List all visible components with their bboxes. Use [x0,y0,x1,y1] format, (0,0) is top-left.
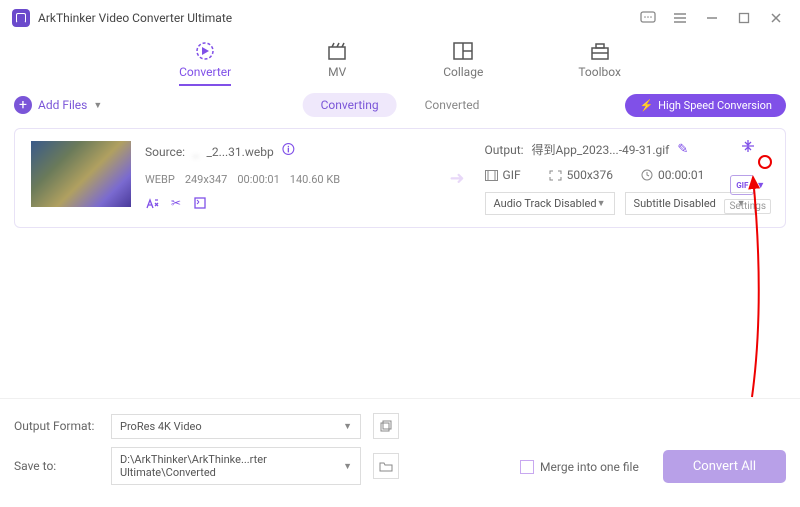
source-filename: _2...31.webp [207,145,274,159]
high-speed-button[interactable]: ⚡ High Speed Conversion [625,94,786,117]
collage-icon [452,40,474,62]
clock-icon [641,169,653,181]
tab-mv[interactable]: MV [326,40,348,86]
high-speed-label: High Speed Conversion [658,99,772,112]
tab-converter-label: Converter [179,65,231,79]
compress-icon[interactable] [740,139,756,153]
format-dropdown-icon[interactable]: ▼ [756,180,765,191]
save-to-label: Save to: [14,459,99,473]
source-size: 140.60 KB [290,173,340,186]
menu-icon[interactable] [668,6,692,30]
info-icon[interactable]: 🛈 [282,141,295,163]
chevron-down-icon: ▼ [343,461,352,472]
checkbox-icon [520,460,534,474]
rename-icon[interactable]: ✎ [677,142,688,157]
segment-converted[interactable]: Converted [407,93,498,117]
arrow-icon: ➜ [449,168,464,189]
toolbox-icon [589,40,611,62]
merge-label: Merge into one file [540,460,639,474]
app-title: ArkThinker Video Converter Ultimate [38,11,232,25]
source-format: WEBP [145,173,175,186]
chevron-down-icon: ▼ [597,198,606,209]
subtitle-value: Subtitle Disabled [634,197,716,210]
close-button[interactable] [764,6,788,30]
feedback-icon[interactable] [636,6,660,30]
output-label: Output: [485,143,524,157]
audio-track-value: Audio Track Disabled [494,197,597,210]
source-meta: WEBP 249x347 00:00:01 140.60 KB [145,173,429,186]
tab-toolbox[interactable]: Toolbox [578,40,621,86]
resolution-icon [549,170,562,181]
segment-converting[interactable]: Converting [303,93,397,117]
output-format-label: Output Format: [14,419,99,433]
cut-icon[interactable]: ✂ [171,196,181,210]
output-format-select[interactable]: ProRes 4K Video ▼ [111,414,361,439]
settings-label[interactable]: Settings [724,199,771,214]
main-tabs: Converter MV Collage Toolbox [0,36,800,88]
tab-converter[interactable]: Converter [179,40,231,86]
tab-collage-label: Collage [443,65,483,79]
app-logo [12,9,30,27]
add-files-label: Add Files [38,98,87,112]
source-label: Source: [145,145,185,159]
enhance-icon[interactable] [193,196,207,210]
toolbar: + Add Files ▼ Converting Converted ⚡ Hig… [0,88,800,122]
open-folder-button[interactable] [373,453,399,479]
titlebar: ArkThinker Video Converter Ultimate [0,0,800,36]
save-to-value: D:\ArkThinker\ArkThinke...rter Ultimate\… [120,453,343,479]
thumbnail[interactable] [31,141,131,207]
source-duration: 00:00:01 [237,173,279,186]
add-files-button[interactable]: + Add Files ▼ [14,96,102,114]
film-icon [485,170,498,181]
footer: Output Format: ProRes 4K Video ▼ Save to:… [0,398,800,507]
output-dimensions: 500x376 [567,168,613,182]
output-format-value: ProRes 4K Video [120,420,202,433]
file-card: Source: _ _2...31.webp 🛈 WEBP 249x347 00… [14,128,786,228]
save-to-select[interactable]: D:\ArkThinker\ArkThinke...rter Ultimate\… [111,447,361,485]
output-format: GIF [503,168,521,182]
tab-collage[interactable]: Collage [443,40,483,86]
mv-icon [326,40,348,62]
maximize-button[interactable] [732,6,756,30]
converter-icon [194,40,216,62]
output-filename: 得到App_2023...-49-31.gif [532,141,670,158]
chevron-down-icon: ▼ [343,421,352,432]
merge-checkbox[interactable]: Merge into one file [520,460,639,474]
format-button[interactable]: GIF [730,175,754,195]
convert-all-button[interactable]: Convert All [663,450,786,483]
chevron-down-icon: ▼ [93,100,102,111]
plus-icon: + [14,96,32,114]
edit-icon[interactable] [145,196,159,210]
file-list: Source: _ _2...31.webp 🛈 WEBP 249x347 00… [0,122,800,234]
source-filename-blurred: _ [193,145,198,159]
source-dimensions: 249x347 [185,173,228,186]
minimize-button[interactable] [700,6,724,30]
output-duration: 00:00:01 [658,168,704,182]
tab-mv-label: MV [328,65,346,79]
tab-toolbox-label: Toolbox [578,65,621,79]
lightning-icon: ⚡ [639,99,653,112]
apply-all-button[interactable] [373,413,399,439]
audio-track-select[interactable]: Audio Track Disabled▼ [485,192,615,215]
